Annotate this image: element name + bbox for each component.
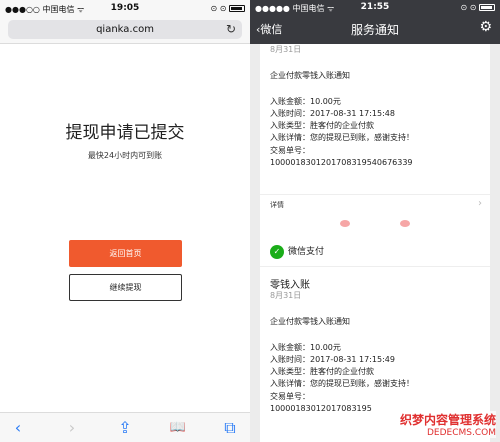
divider: [260, 266, 490, 267]
status-icons: ⊙ ⊙: [210, 4, 245, 13]
blush-mark: [340, 220, 350, 227]
card-line: 入账详情：您的提现已到账，感谢支持！: [270, 379, 414, 388]
notification-card[interactable]: 8月31日 企业付款零钱入账通知 入账金额：10.00元 入账时间：2017-0…: [260, 44, 490, 214]
page-subtitle: 最快24小时内可到账: [87, 151, 163, 160]
wechat-header: ●●●●● 中国电信 ᯤ 21:55 ⊙ ⊙ ‹微信 服务通知 ⚙: [250, 0, 500, 44]
watermark-title: 织梦内容管理系统: [399, 411, 496, 428]
card-line: 入账金额：10.00元: [270, 97, 341, 106]
share-icon[interactable]: ⇪: [115, 419, 135, 437]
blush-mark: [400, 220, 410, 227]
return-home-button[interactable]: 返回首页: [69, 240, 182, 267]
status-bar: ●●●○○ 中国电信 ᯤ 19:05 ⊙ ⊙: [0, 0, 250, 18]
wechat-pay-label: 微信支付: [288, 247, 325, 257]
status-icons-text: ⊙ ⊙: [460, 3, 477, 12]
card-line: 10000183012017083195: [270, 404, 372, 413]
card-line: 交易单号：: [270, 392, 310, 401]
card-date: 8月31日: [270, 291, 302, 300]
battery-icon: [229, 5, 245, 12]
details-link[interactable]: 详情 ›: [260, 194, 490, 214]
status-icons-text: ⊙ ⊙: [210, 4, 227, 13]
watermark: 织梦内容管理系统 DEDECMS.COM: [399, 411, 496, 438]
card-date: 8月31日: [270, 45, 302, 54]
nav-bar: ‹微信 服务通知 ⚙: [250, 15, 500, 44]
browser-address-area: qianka.com ↻: [0, 18, 250, 44]
address-bar[interactable]: qianka.com ↻: [8, 20, 242, 39]
page-title: 提现申请已提交: [65, 123, 185, 143]
reload-icon[interactable]: ↻: [226, 20, 236, 39]
card-heading: 零钱入账: [270, 280, 310, 291]
watermark-url: DEDECMS.COM: [399, 428, 496, 438]
card-line: 入账时间：2017-08-31 17:15:49: [270, 355, 395, 364]
details-label: 详情: [270, 201, 284, 209]
card-line: 入账详情：您的提现已到账，感谢支持！: [270, 133, 414, 142]
back-icon[interactable]: ‹: [8, 419, 28, 437]
continue-withdraw-button[interactable]: 继续提现: [69, 274, 182, 301]
bookmarks-icon[interactable]: 📖: [168, 419, 188, 437]
card-line: 入账类型：胜客付的企业付款: [270, 367, 374, 376]
card-line: 交易单号：: [270, 146, 310, 155]
tabs-icon[interactable]: ⧉: [220, 419, 240, 437]
nav-title: 服务通知: [350, 23, 399, 37]
wechat-pay-header: ✓ 微信支付: [270, 244, 324, 259]
forward-icon[interactable]: ›: [62, 419, 82, 437]
right-phone-screen: ●●●●● 中国电信 ᯤ 21:55 ⊙ ⊙ ‹微信 服务通知 ⚙ 8月31日 …: [250, 0, 500, 442]
card-line: 入账时间：2017-08-31 17:15:48: [270, 109, 395, 118]
left-phone-screen: ●●●○○ 中国电信 ᯤ 19:05 ⊙ ⊙ qianka.com ↻ 提现申请…: [0, 0, 250, 442]
status-icons: ⊙ ⊙: [460, 3, 495, 12]
chevron-right-icon: ›: [478, 198, 482, 209]
wechat-pay-icon: ✓: [270, 244, 284, 259]
url-text: qianka.com: [96, 24, 154, 35]
status-bar: ●●●●● 中国电信 ᯤ 21:55 ⊙ ⊙: [250, 0, 500, 15]
gear-icon[interactable]: ⚙: [479, 19, 492, 35]
card-line: 企业付款零钱入账通知: [270, 317, 350, 326]
browser-toolbar: ‹ › ⇪ 📖 ⧉: [0, 412, 250, 442]
mascot-decoration: [260, 214, 490, 236]
card-line: 入账类型：胜客付的企业付款: [270, 121, 374, 130]
card-line: 企业付款零钱入账通知: [270, 71, 350, 80]
card-line: 入账金额：10.00元: [270, 343, 341, 352]
card-line: 1000018301201708319540676339: [270, 158, 413, 167]
battery-icon: [479, 4, 495, 11]
